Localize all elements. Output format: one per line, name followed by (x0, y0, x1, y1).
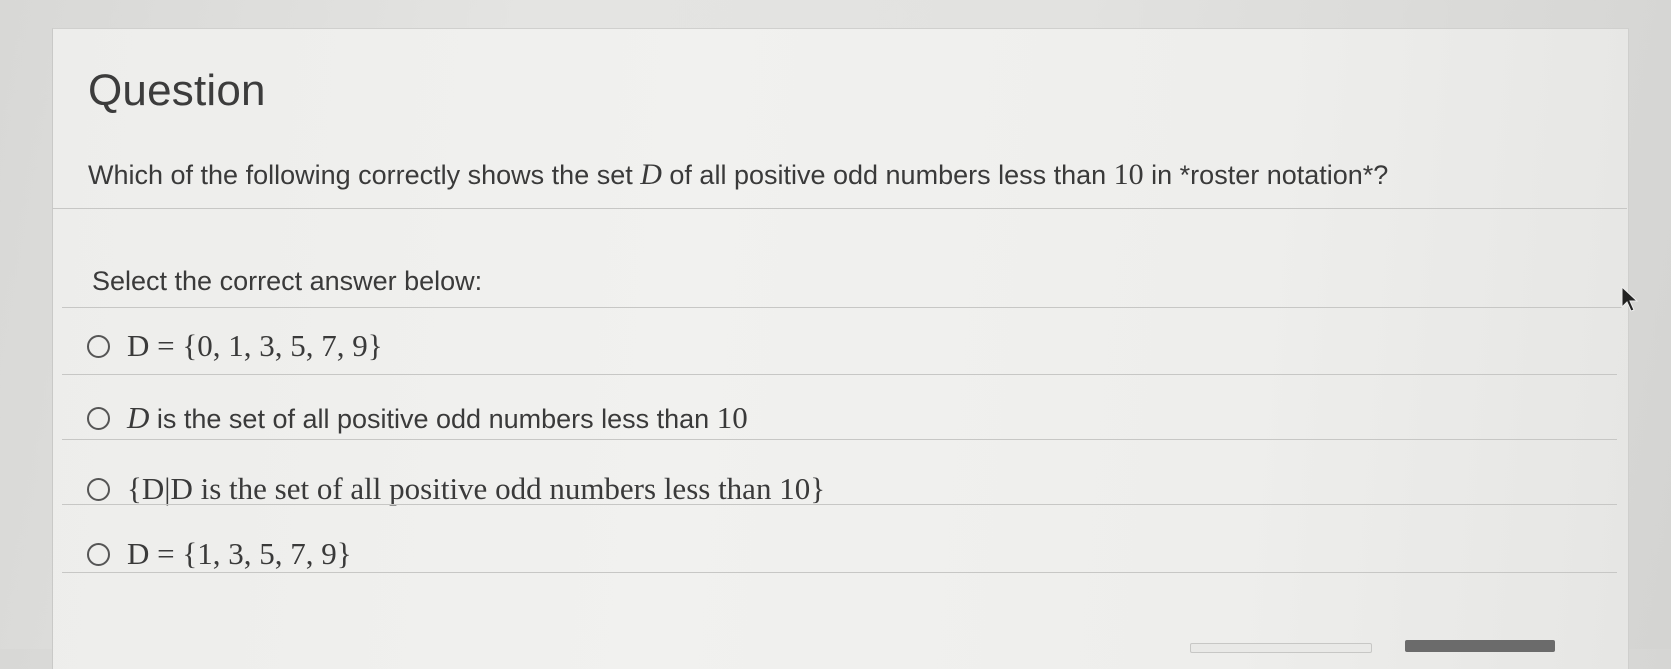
radio-button-icon[interactable] (87, 542, 110, 566)
radio-button-icon[interactable] (87, 477, 110, 501)
answer-option-4-label: D = {1, 3, 5, 7, 9} (127, 536, 352, 571)
divider-option-2 (62, 439, 1617, 440)
answer-option-3-label: {D|D is the set of all positive odd numb… (127, 471, 826, 506)
answer-option-1[interactable]: D = {0, 1, 3, 5, 7, 9} (62, 318, 1617, 374)
radio-button-icon[interactable] (87, 334, 110, 358)
question-title: Question (88, 66, 266, 115)
divider-instruction (62, 307, 1622, 308)
submit-button[interactable] (1405, 640, 1555, 652)
divider-option-3 (62, 504, 1617, 505)
divider-option-4 (62, 572, 1617, 573)
question-text-middle: of all positive odd numbers less than (661, 160, 1114, 190)
mouse-pointer-icon (1621, 285, 1639, 312)
divider-question (52, 208, 1627, 209)
question-number: 10 (1113, 158, 1144, 191)
divider-option-1 (62, 374, 1617, 375)
answer-option-2-label: D is the set of all positive odd numbers… (127, 400, 748, 435)
question-set-variable: D (640, 158, 662, 191)
answer-option-1-label: D = {0, 1, 3, 5, 7, 9} (127, 328, 383, 363)
radio-button-icon[interactable] (87, 406, 110, 430)
question-text: Which of the following correctly shows t… (88, 158, 1388, 192)
instruction-text: Select the correct answer below: (92, 266, 483, 296)
question-text-after: in *roster notation*? (1143, 160, 1389, 190)
question-text-before: Which of the following correctly shows t… (88, 160, 641, 190)
secondary-button[interactable] (1190, 643, 1372, 653)
answer-option-3[interactable]: {D|D is the set of all positive odd numb… (62, 458, 1617, 520)
answer-option-4[interactable]: D = {1, 3, 5, 7, 9} (62, 523, 1617, 585)
